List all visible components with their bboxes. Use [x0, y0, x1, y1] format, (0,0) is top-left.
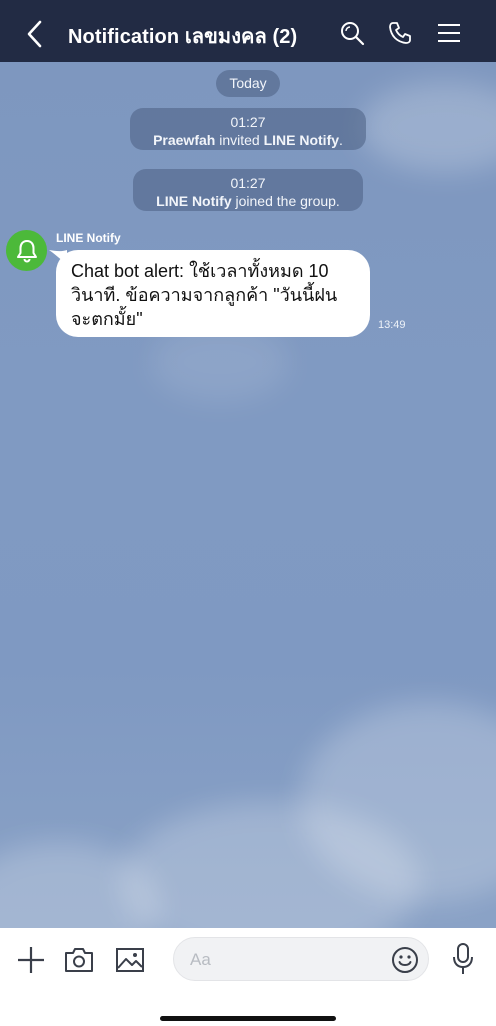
- system-message-time: 01:27: [230, 114, 266, 130]
- system-message-time: 01:27: [230, 175, 266, 191]
- system-message-text: Praewfah invited LINE Notify.: [130, 131, 366, 149]
- system-message: 01:27 Praewfah invited LINE Notify.: [130, 108, 366, 150]
- system-message: 01:27 LINE Notify joined the group.: [133, 169, 363, 211]
- system-message-action: joined the group.: [231, 193, 340, 209]
- message-bubble[interactable]: Chat bot alert: ใช้เวลาทั้งหมด 10 วินาที…: [56, 250, 370, 337]
- message-input[interactable]: Aa: [173, 937, 429, 981]
- phone-icon[interactable]: [387, 20, 413, 46]
- system-message-actor: LINE Notify: [156, 193, 232, 209]
- microphone-icon[interactable]: [451, 942, 475, 976]
- home-indicator: [160, 1016, 336, 1021]
- input-bar: Aa: [0, 928, 496, 1026]
- menu-icon[interactable]: [436, 20, 462, 46]
- camera-icon[interactable]: [64, 946, 94, 974]
- date-separator: Today: [216, 70, 280, 97]
- message-input-placeholder: Aa: [190, 950, 211, 969]
- bell-icon: [16, 239, 37, 262]
- sender-name: LINE Notify: [56, 231, 121, 245]
- chat-area[interactable]: Today 01:27 Praewfah invited LINE Notify…: [0, 62, 496, 928]
- search-icon[interactable]: [339, 20, 365, 46]
- message-time: 13:49: [378, 319, 406, 331]
- emoji-icon[interactable]: [390, 945, 420, 975]
- background-cloud: [360, 82, 496, 172]
- plus-icon[interactable]: [17, 946, 45, 974]
- chat-header: Notification เลขมงคล (2): [0, 0, 496, 62]
- image-icon[interactable]: [115, 946, 145, 974]
- system-message-target: LINE Notify: [263, 132, 340, 148]
- system-message-actor: Praewfah: [153, 132, 216, 148]
- back-chevron-icon[interactable]: [22, 19, 48, 49]
- system-message-end: .: [339, 132, 343, 148]
- system-message-text: LINE Notify joined the group.: [133, 192, 363, 210]
- chat-title: Notification เลขมงคล (2): [68, 26, 298, 48]
- system-message-action: invited: [215, 132, 264, 148]
- sender-avatar[interactable]: [6, 230, 47, 271]
